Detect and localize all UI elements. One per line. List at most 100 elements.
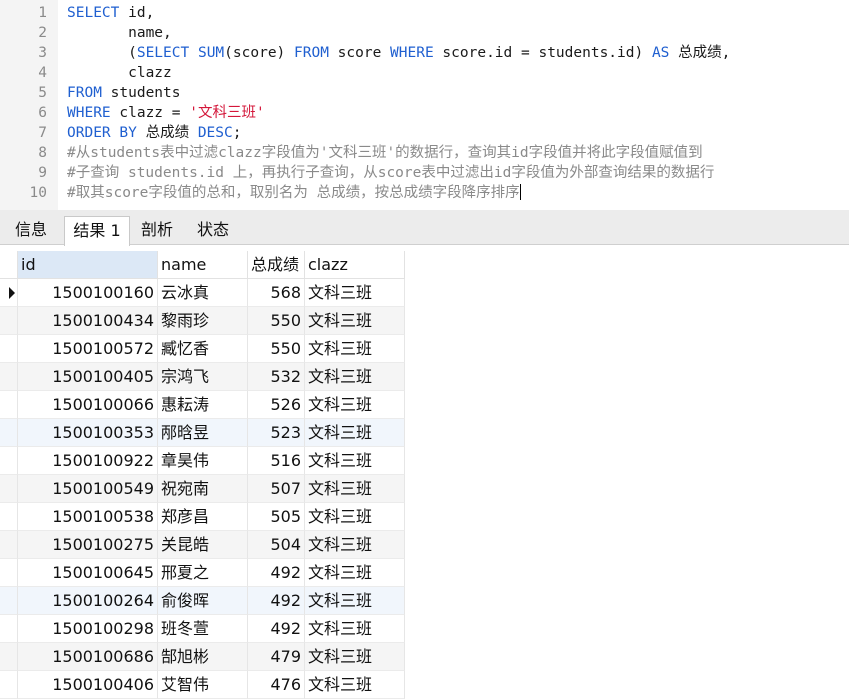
cell-name[interactable]: 班冬萱	[158, 615, 248, 643]
cell-score[interactable]: 507	[248, 475, 305, 503]
cell-id[interactable]: 1500100549	[18, 475, 158, 503]
cell-score[interactable]: 550	[248, 307, 305, 335]
table-row[interactable]: 1500100264 俞俊晖 492 文科三班	[0, 587, 405, 615]
cell-score[interactable]: 476	[248, 671, 305, 699]
cell-id[interactable]: 1500100406	[18, 671, 158, 699]
code-line[interactable]: 6 WHERE clazz = '文科三班'	[0, 103, 849, 123]
row-indicator[interactable]	[0, 335, 18, 363]
cell-name[interactable]: 云冰真	[158, 279, 248, 307]
code-text[interactable]: (SELECT SUM(score) FROM score WHERE scor…	[67, 43, 730, 63]
table-row[interactable]: 1500100353 邴晗昱 523 文科三班	[0, 419, 405, 447]
column-header-clazz[interactable]: clazz	[305, 251, 405, 279]
cell-name[interactable]: 俞俊晖	[158, 587, 248, 615]
result-grid[interactable]: id name 总成绩 clazz 1500100160 云冰真 568 文科三班 15…	[0, 251, 849, 699]
cell-clazz[interactable]: 文科三班	[305, 419, 405, 447]
table-row[interactable]: 1500100405 宗鸿飞 532 文科三班	[0, 363, 405, 391]
cell-score[interactable]: 532	[248, 363, 305, 391]
cell-clazz[interactable]: 文科三班	[305, 475, 405, 503]
code-line[interactable]: 8 #从students表中过滤clazz字段值为'文科三班'的数据行，查询其id…	[0, 143, 849, 163]
column-header-id[interactable]: id	[18, 251, 158, 279]
cell-name[interactable]: 艾智伟	[158, 671, 248, 699]
row-indicator[interactable]	[0, 643, 18, 671]
cell-name[interactable]: 郜旭彬	[158, 643, 248, 671]
row-indicator[interactable]	[0, 447, 18, 475]
code-text[interactable]: #从students表中过滤clazz字段值为'文科三班'的数据行，查询其id字…	[67, 143, 703, 163]
row-indicator[interactable]	[0, 559, 18, 587]
cell-id[interactable]: 1500100645	[18, 559, 158, 587]
cell-score[interactable]: 492	[248, 615, 305, 643]
cell-clazz[interactable]: 文科三班	[305, 643, 405, 671]
cell-clazz[interactable]: 文科三班	[305, 335, 405, 363]
cell-id[interactable]: 1500100434	[18, 307, 158, 335]
tab-profile[interactable]: 剖析	[132, 216, 182, 244]
table-row[interactable]: 1500100066 惠耘涛 526 文科三班	[0, 391, 405, 419]
row-indicator[interactable]	[0, 531, 18, 559]
cell-id[interactable]: 1500100538	[18, 503, 158, 531]
cell-id[interactable]: 1500100066	[18, 391, 158, 419]
tab-status[interactable]: 状态	[188, 216, 238, 244]
cell-score[interactable]: 516	[248, 447, 305, 475]
cell-score[interactable]: 550	[248, 335, 305, 363]
code-text[interactable]: SELECT id,	[67, 3, 154, 23]
code-text[interactable]: #取其score字段值的总和，取别名为 总成绩，按总成绩字段降序排序	[67, 183, 521, 203]
cell-name[interactable]: 郑彦昌	[158, 503, 248, 531]
cell-id[interactable]: 1500100298	[18, 615, 158, 643]
cell-clazz[interactable]: 文科三班	[305, 671, 405, 699]
cell-name[interactable]: 宗鸿飞	[158, 363, 248, 391]
code-text[interactable]: FROM students	[67, 83, 181, 103]
table-row[interactable]: 1500100549 祝宛南 507 文科三班	[0, 475, 405, 503]
code-line[interactable]: 2 name,	[0, 23, 849, 43]
cell-score[interactable]: 479	[248, 643, 305, 671]
cell-name[interactable]: 臧忆香	[158, 335, 248, 363]
code-line[interactable]: 9 #子查询 students.id 上，再执行子查询，从score表中过滤出id…	[0, 163, 849, 183]
cell-clazz[interactable]: 文科三班	[305, 447, 405, 475]
cell-name[interactable]: 惠耘涛	[158, 391, 248, 419]
cell-score[interactable]: 492	[248, 587, 305, 615]
cell-id[interactable]: 1500100572	[18, 335, 158, 363]
cell-name[interactable]: 祝宛南	[158, 475, 248, 503]
cell-id[interactable]: 1500100353	[18, 419, 158, 447]
row-indicator[interactable]	[0, 587, 18, 615]
table-row[interactable]: 1500100406 艾智伟 476 文科三班	[0, 671, 405, 699]
cell-score[interactable]: 568	[248, 279, 305, 307]
cell-name[interactable]: 关昆皓	[158, 531, 248, 559]
row-indicator[interactable]	[0, 475, 18, 503]
row-indicator[interactable]	[0, 363, 18, 391]
cell-id[interactable]: 1500100686	[18, 643, 158, 671]
table-row[interactable]: 1500100275 关昆皓 504 文科三班	[0, 531, 405, 559]
cell-clazz[interactable]: 文科三班	[305, 503, 405, 531]
table-row[interactable]: 1500100160 云冰真 568 文科三班	[0, 279, 405, 307]
code-text[interactable]: ORDER BY 总成绩 DESC;	[67, 123, 241, 143]
cell-name[interactable]: 邢夏之	[158, 559, 248, 587]
code-line[interactable]: 5 FROM students	[0, 83, 849, 103]
code-text[interactable]: clazz	[67, 63, 172, 83]
cell-id[interactable]: 1500100405	[18, 363, 158, 391]
row-indicator[interactable]	[0, 671, 18, 699]
cell-clazz[interactable]: 文科三班	[305, 279, 405, 307]
cell-score[interactable]: 523	[248, 419, 305, 447]
cell-clazz[interactable]: 文科三班	[305, 391, 405, 419]
row-indicator[interactable]	[0, 419, 18, 447]
cell-clazz[interactable]: 文科三班	[305, 531, 405, 559]
code-line[interactable]: 1 SELECT id,	[0, 3, 849, 23]
table-row[interactable]: 1500100538 郑彦昌 505 文科三班	[0, 503, 405, 531]
cell-clazz[interactable]: 文科三班	[305, 307, 405, 335]
code-text[interactable]: #子查询 students.id 上，再执行子查询，从score表中过滤出id字…	[67, 163, 714, 183]
table-row[interactable]: 1500100922 章昊伟 516 文科三班	[0, 447, 405, 475]
cell-name[interactable]: 章昊伟	[158, 447, 248, 475]
table-row[interactable]: 1500100686 郜旭彬 479 文科三班	[0, 643, 405, 671]
sql-editor[interactable]: 1 SELECT id, 2 name, 3 (SELECT SUM(score) F…	[0, 0, 849, 210]
code-text[interactable]: WHERE clazz = '文科三班'	[67, 103, 265, 123]
tab-result-1[interactable]: 结果 1	[64, 216, 130, 246]
code-line[interactable]: 3 (SELECT SUM(score) FROM score WHERE sc…	[0, 43, 849, 63]
cell-name[interactable]: 黎雨珍	[158, 307, 248, 335]
cell-id[interactable]: 1500100264	[18, 587, 158, 615]
cell-id[interactable]: 1500100922	[18, 447, 158, 475]
column-header-score[interactable]: 总成绩	[248, 251, 305, 279]
row-indicator[interactable]	[0, 391, 18, 419]
table-row[interactable]: 1500100572 臧忆香 550 文科三班	[0, 335, 405, 363]
row-indicator[interactable]	[0, 615, 18, 643]
table-row[interactable]: 1500100298 班冬萱 492 文科三班	[0, 615, 405, 643]
cell-score[interactable]: 504	[248, 531, 305, 559]
row-indicator[interactable]	[0, 279, 18, 307]
